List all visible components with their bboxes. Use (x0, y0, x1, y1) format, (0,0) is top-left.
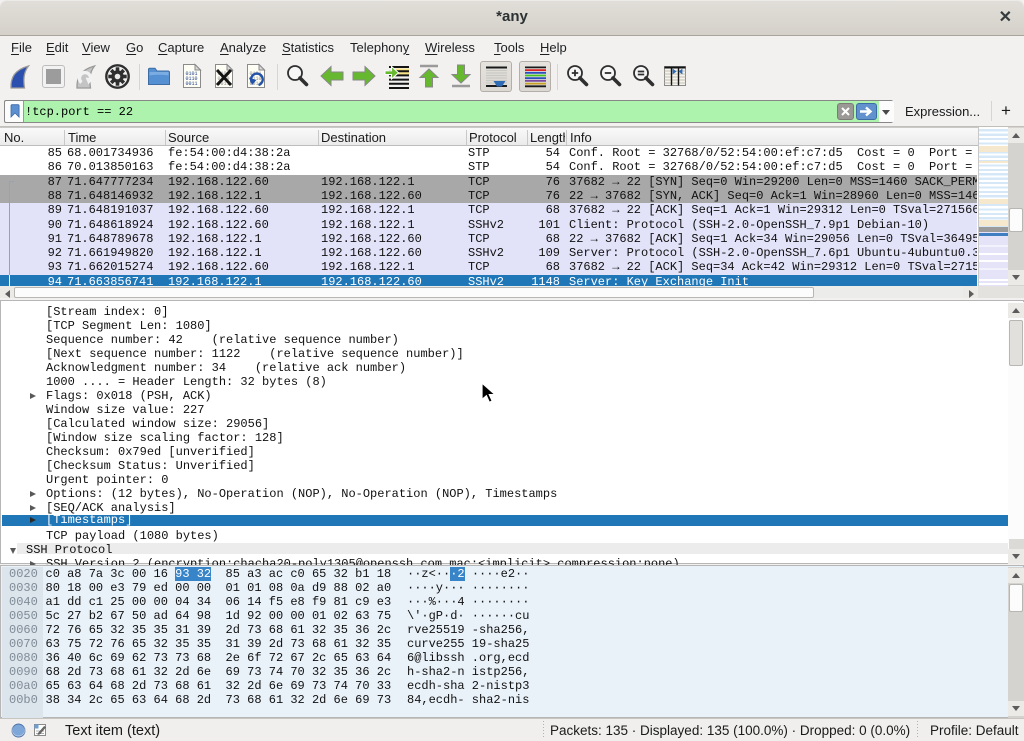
svg-text:0011: 0011 (186, 81, 198, 87)
